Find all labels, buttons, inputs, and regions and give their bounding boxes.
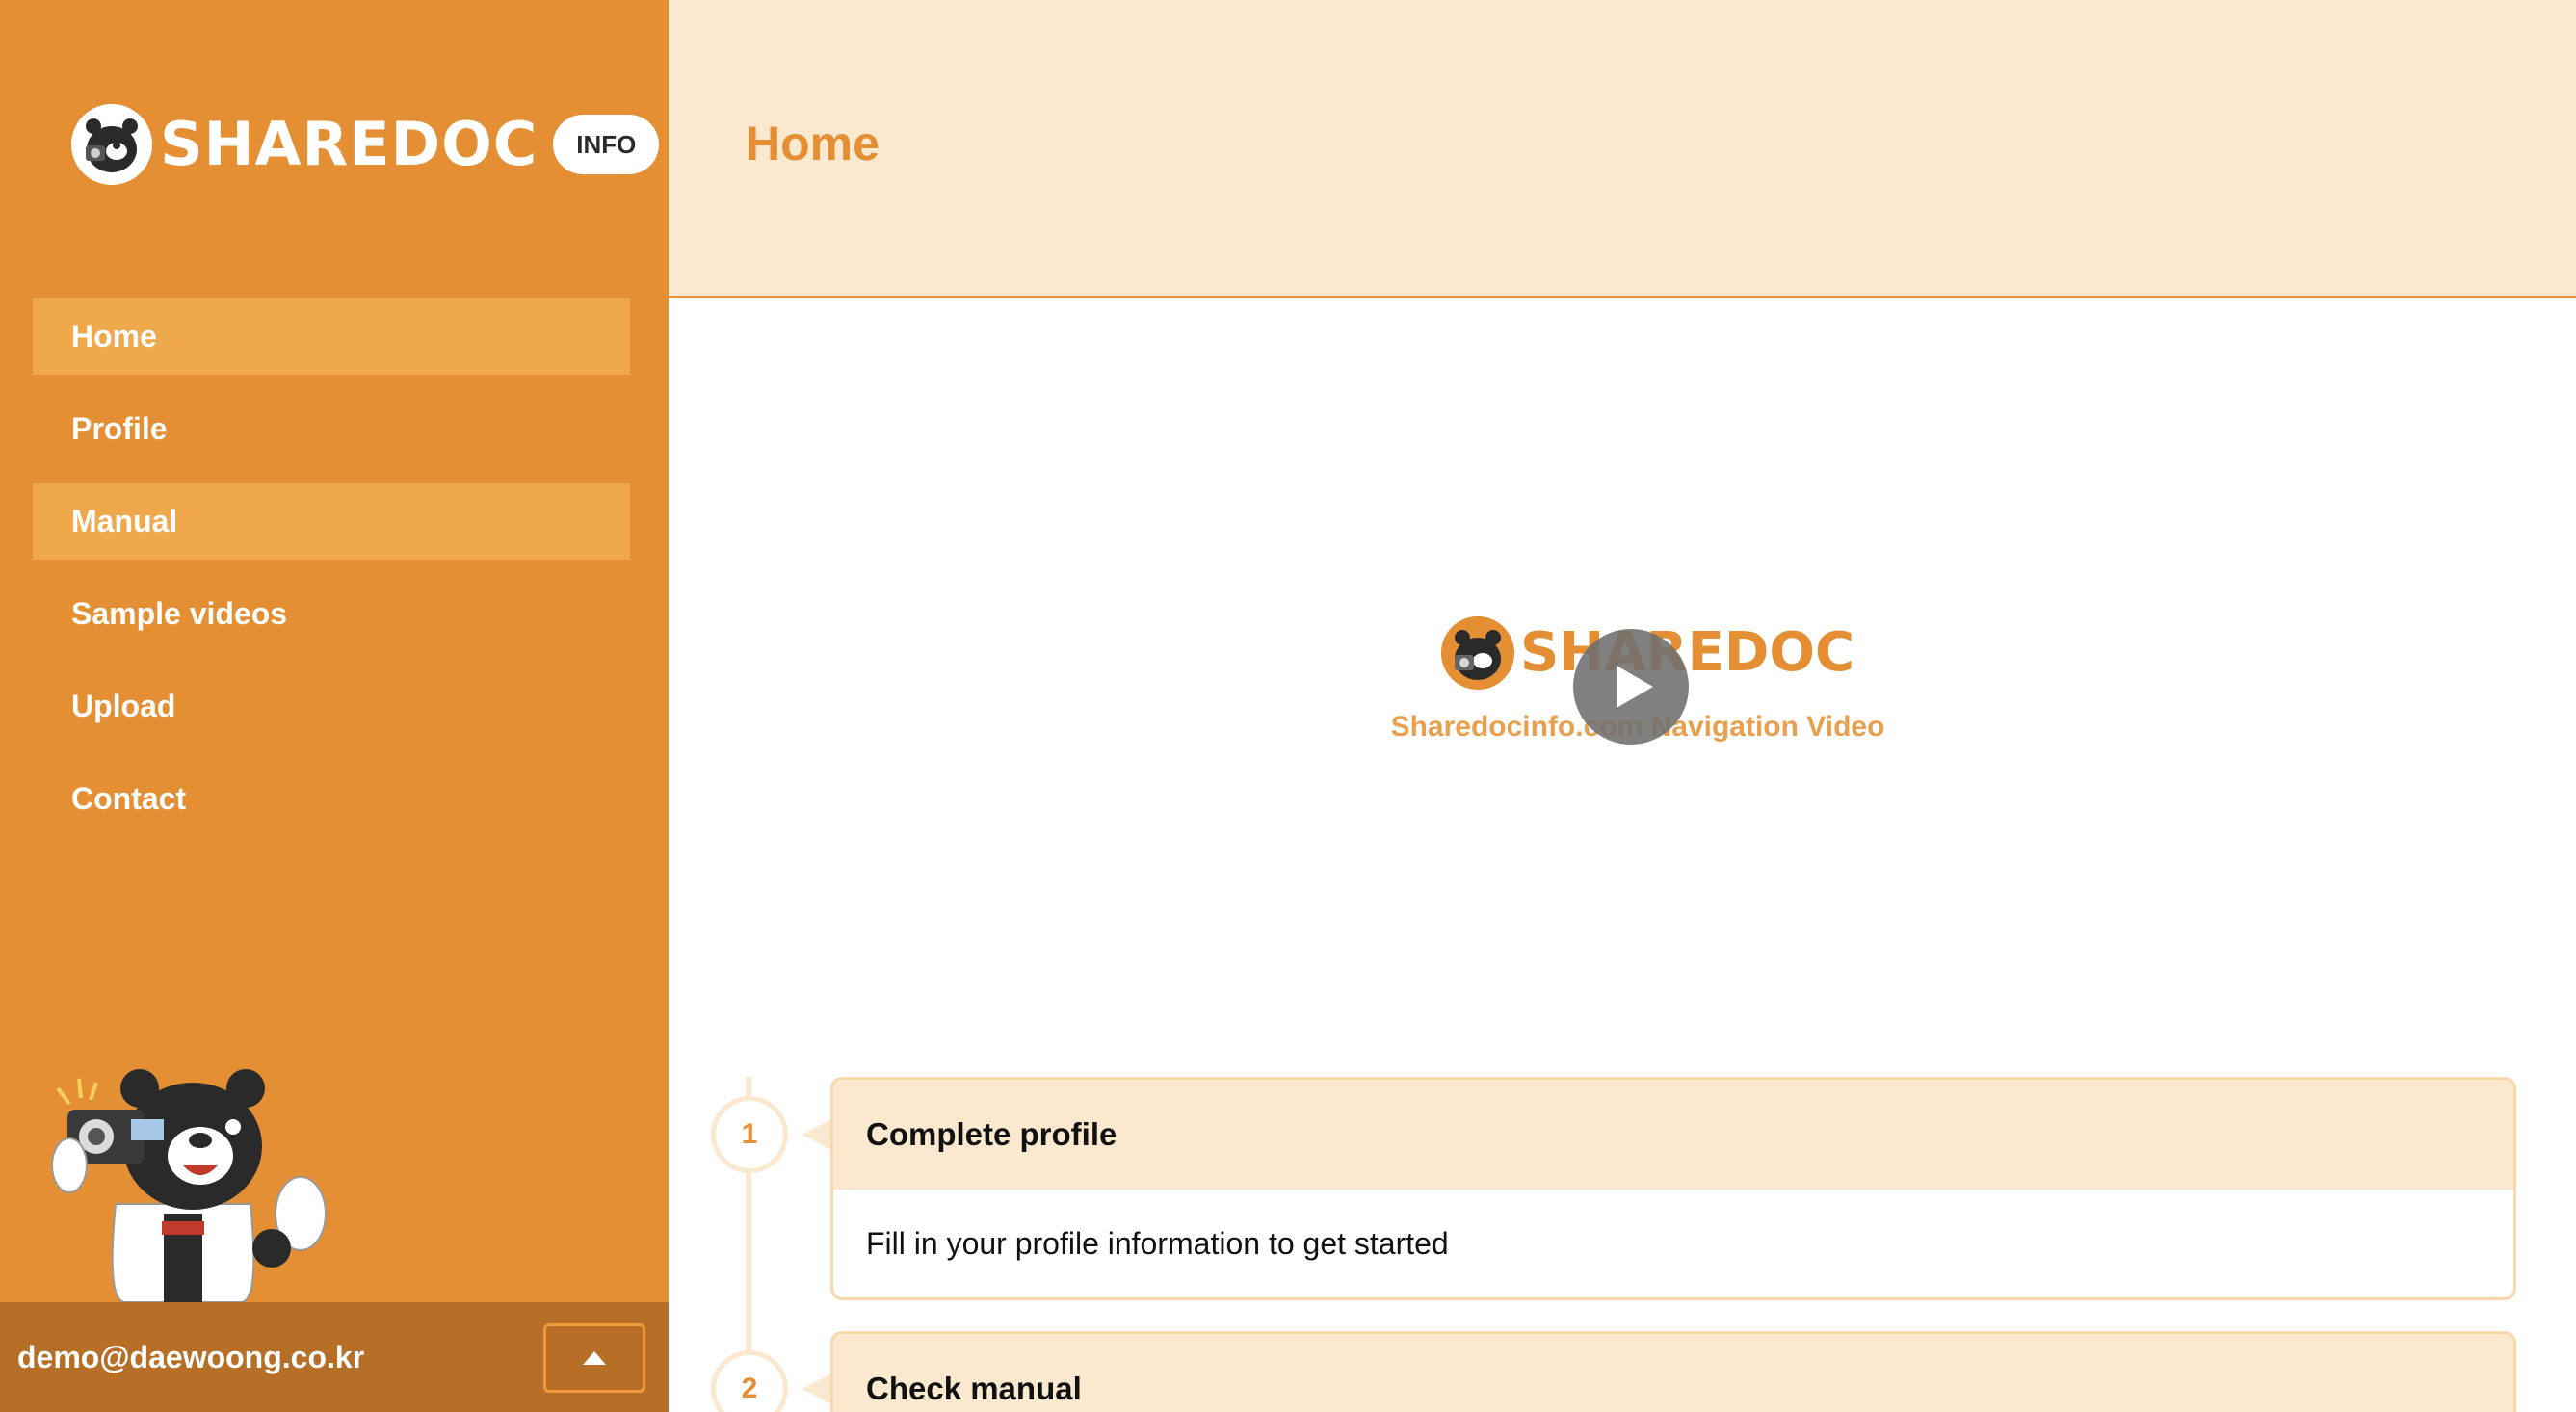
- step-pointer: [802, 1119, 831, 1150]
- video-logo-wordmark: SHAREDOC: [1520, 621, 1855, 684]
- step-title: Complete profile: [833, 1080, 2513, 1190]
- sidebar-item-home[interactable]: Home: [33, 298, 630, 375]
- step-title: Check manual: [833, 1334, 2513, 1412]
- step-description: Fill in your profile information to get …: [866, 1225, 1449, 1261]
- account-menu-toggle-button[interactable]: [543, 1323, 645, 1393]
- play-button[interactable]: [1573, 629, 1689, 745]
- user-account-bar: demo@daewoong.co.kr: [0, 1302, 669, 1412]
- page-header: Home: [669, 0, 2576, 298]
- logo-wordmark: SHAREDOC: [160, 109, 539, 179]
- sidebar-item-manual[interactable]: Manual: [33, 483, 630, 560]
- sharedoc-logo[interactable]: SHAREDOC INFO: [71, 104, 660, 185]
- doctor-bear-mascot: [48, 1059, 337, 1303]
- bear-logo-icon: [71, 104, 152, 185]
- page-title: Home: [746, 117, 880, 170]
- play-icon: [1617, 666, 1653, 708]
- step-card-check-manual[interactable]: Check manual: [830, 1331, 2516, 1412]
- bear-logo-icon: [1441, 616, 1514, 690]
- sidebar-nav: Home Profile Manual Sample videos Upload…: [33, 298, 630, 852]
- logo-info-badge: INFO: [553, 115, 660, 174]
- step-card-complete-profile[interactable]: Complete profile Fill in your profile in…: [830, 1077, 2516, 1300]
- user-email: demo@daewoong.co.kr: [17, 1339, 365, 1374]
- step-number: 1: [711, 1096, 788, 1173]
- caret-up-icon: [583, 1351, 606, 1365]
- sidebar-item-sample-videos[interactable]: Sample videos: [33, 575, 630, 652]
- step-number: 2: [711, 1350, 788, 1412]
- sidebar-item-contact[interactable]: Contact: [33, 760, 630, 837]
- step-pointer: [802, 1373, 831, 1404]
- sidebar-item-profile[interactable]: Profile: [33, 390, 630, 467]
- sidebar: SHAREDOC INFO Home Profile Manual Sample…: [0, 0, 669, 1412]
- sidebar-item-upload[interactable]: Upload: [33, 667, 630, 745]
